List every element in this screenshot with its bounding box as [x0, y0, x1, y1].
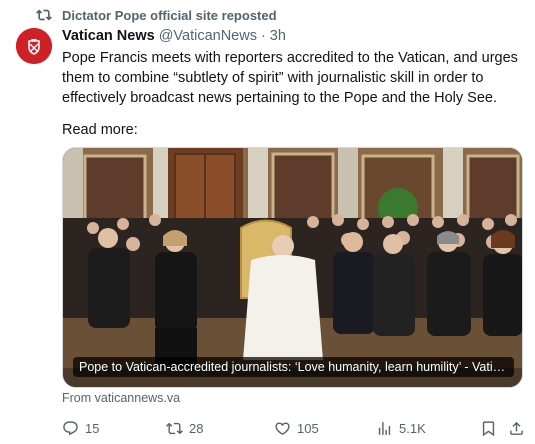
repost-icon	[36, 7, 52, 23]
share-button[interactable]	[508, 418, 525, 438]
views-chart-icon	[378, 421, 391, 435]
tweet-body: Pope Francis meets with reporters accred…	[62, 50, 518, 106]
reply-icon	[63, 420, 78, 435]
card-source[interactable]: From vaticannews.va	[62, 391, 180, 405]
header-separator: ·	[260, 28, 266, 44]
like-count: 105	[297, 420, 319, 436]
heart-icon	[275, 421, 290, 435]
author-name[interactable]: Vatican News	[62, 28, 155, 44]
vatican-logo-icon	[16, 28, 52, 64]
avatar[interactable]	[16, 28, 52, 64]
share-icon	[510, 421, 523, 435]
repost-count: 28	[189, 420, 204, 436]
views-count: 5.1K	[399, 420, 426, 436]
views-button[interactable]: 5.1K	[376, 418, 426, 438]
bookmark-icon	[482, 420, 495, 436]
reply-button[interactable]: 15	[62, 418, 99, 438]
card-caption: Pope to Vatican-accredited journalists: …	[73, 357, 514, 377]
author-handle[interactable]: @VaticanNews	[159, 28, 257, 44]
repost-context[interactable]: Dictator Pope official site reposted	[36, 6, 277, 24]
repost-text: Dictator Pope official site reposted	[62, 7, 277, 23]
repost-icon	[166, 422, 183, 434]
read-more-text: Read more:	[62, 122, 138, 138]
reply-count: 15	[85, 420, 100, 436]
article-photo	[63, 148, 522, 387]
action-bar: 15 28 105 5.1K	[62, 418, 524, 440]
repost-button[interactable]: 28	[166, 418, 203, 438]
post-time[interactable]: 3h	[270, 28, 286, 44]
tweet-header: Vatican News @VaticanNews · 3h	[62, 27, 286, 45]
bookmark-button[interactable]	[480, 418, 497, 438]
link-card[interactable]: Pope to Vatican-accredited journalists: …	[62, 147, 523, 388]
like-button[interactable]: 105	[274, 418, 319, 438]
tweet[interactable]: Dictator Pope official site reposted Vat…	[0, 0, 535, 444]
tweet-text: Pope Francis meets with reporters accred…	[62, 48, 522, 108]
